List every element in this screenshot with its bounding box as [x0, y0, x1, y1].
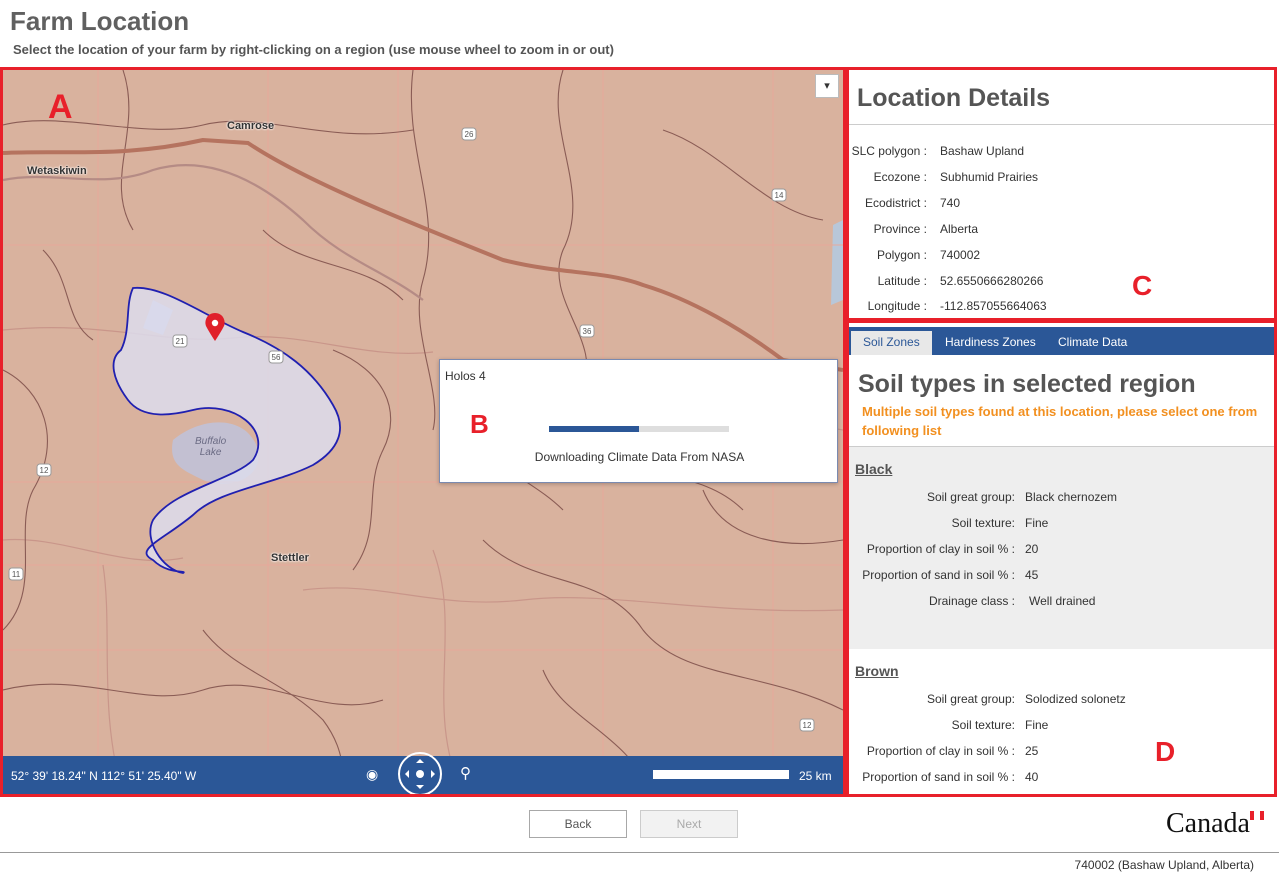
- progress-bar: [549, 426, 729, 432]
- soil-key: Soil texture:: [951, 718, 1015, 732]
- location-details-panel: Location Details SLC polygon : Bashaw Upl…: [846, 67, 1277, 321]
- soil-warning: Multiple soil types found at this locati…: [862, 402, 1274, 440]
- soil-type-card-black[interactable]: Black Soil great group: Black chernozem S…: [849, 447, 1274, 649]
- detail-value: Bashaw Upland: [940, 144, 1025, 158]
- svg-text:26: 26: [465, 130, 474, 139]
- soil-key: Soil great group:: [926, 490, 1015, 504]
- svg-text:21: 21: [176, 337, 185, 346]
- map-statusbar: 52° 39' 18.24" N 112° 51' 25.40" W ◉ ⚲ 2…: [3, 752, 843, 794]
- annotation-letter-a: A: [48, 88, 73, 126]
- detail-value: Subhumid Prairies: [940, 170, 1039, 184]
- soil-value: Solodized solonetz: [1025, 692, 1126, 706]
- scale-bar: [653, 770, 789, 779]
- map-label-stettler: Stettler: [271, 552, 309, 564]
- soil-value: 25: [1025, 744, 1039, 758]
- soil-tabbar: Soil Zones Hardiness Zones Climate Data: [849, 327, 1274, 355]
- svg-text:36: 36: [583, 327, 592, 336]
- dialog-title: Holos 4: [445, 369, 486, 383]
- annotation-letter-d: D: [1155, 736, 1176, 767]
- progress-bar-fill: [549, 426, 639, 432]
- soil-type-card-brown[interactable]: Brown Soil great group: Solodized solonet…: [849, 649, 1274, 794]
- dialog-status-text: Downloading Climate Data From NASA: [534, 450, 745, 464]
- map-layer-dropdown-button[interactable]: ▾: [815, 74, 839, 98]
- search-icon[interactable]: ⚲: [460, 764, 471, 782]
- soil-value: Well drained: [1029, 594, 1096, 608]
- status-text: 740002 (Bashaw Upland, Alberta): [1074, 858, 1254, 872]
- location-details-title: Location Details: [857, 84, 1051, 112]
- soil-type-name[interactable]: Brown: [855, 663, 899, 679]
- soil-warning-line: following list: [862, 423, 942, 438]
- soil-value: 45: [1025, 568, 1039, 582]
- detail-key: Polygon :: [876, 248, 927, 262]
- svg-text:12: 12: [40, 466, 49, 475]
- map-label-wetaskiwin: Wetaskiwin: [27, 165, 87, 177]
- svg-text:14: 14: [775, 191, 784, 200]
- canada-flag-icon: [1250, 811, 1264, 820]
- tab-climate-data[interactable]: Climate Data: [1046, 331, 1139, 355]
- pan-up-icon[interactable]: [416, 755, 424, 763]
- page-subtitle: Select the location of your farm by righ…: [13, 42, 614, 57]
- soil-value: Fine: [1025, 718, 1049, 732]
- tab-hardiness-zones[interactable]: Hardiness Zones: [933, 331, 1048, 355]
- scale-label: 25 km: [799, 769, 832, 783]
- detail-key: SLC polygon :: [851, 144, 927, 158]
- tab-soil-zones[interactable]: Soil Zones: [851, 331, 932, 355]
- divider: [849, 124, 1274, 125]
- soil-key: Proportion of sand in soil % :: [862, 770, 1015, 784]
- soil-key: Proportion of clay in soil % :: [866, 744, 1015, 758]
- status-strip: 740002 (Bashaw Upland, Alberta): [0, 852, 1279, 875]
- pan-center-icon[interactable]: [416, 770, 424, 778]
- back-button[interactable]: Back: [529, 810, 627, 838]
- detail-value: -112.857055664063: [940, 299, 1047, 313]
- detail-value: 740: [940, 196, 961, 210]
- chevron-down-icon: ▾: [824, 80, 830, 92]
- soil-value: Fine: [1025, 516, 1049, 530]
- detail-value: 740002: [940, 248, 981, 262]
- coordinate-readout: 52° 39' 18.24" N 112° 51' 25.40" W: [11, 769, 197, 783]
- soil-value: 20: [1025, 542, 1039, 556]
- page-title: Farm Location: [10, 6, 190, 36]
- soil-key: Proportion of clay in soil % :: [866, 542, 1015, 556]
- detail-key: Province :: [873, 222, 927, 236]
- soil-key: Drainage class :: [928, 594, 1015, 608]
- detail-key: Ecozone :: [873, 170, 927, 184]
- pan-left-icon[interactable]: [401, 770, 409, 778]
- map-label-camrose: Camrose: [227, 120, 275, 132]
- soil-type-name[interactable]: Black: [855, 461, 892, 477]
- annotation-letter-c: C: [1132, 270, 1153, 301]
- eye-icon[interactable]: ◉: [366, 766, 378, 783]
- svg-text:12: 12: [803, 721, 812, 730]
- detail-key: Longitude :: [867, 299, 927, 313]
- soil-key: Soil great group:: [926, 692, 1015, 706]
- detail-value: 52.6550666280266: [940, 274, 1044, 288]
- canada-wordmark-logo: Canada: [1166, 808, 1250, 839]
- svg-text:56: 56: [272, 353, 281, 362]
- soil-key: Soil texture:: [951, 516, 1015, 530]
- pan-right-icon[interactable]: [431, 770, 439, 778]
- pan-control[interactable]: [398, 752, 442, 794]
- soil-warning-line: Multiple soil types found at this locati…: [862, 404, 1258, 419]
- detail-key: Ecodistrict :: [864, 196, 927, 210]
- detail-key: Latitude :: [877, 274, 927, 288]
- soil-key: Proportion of sand in soil % :: [862, 568, 1015, 582]
- soil-panel: Soil Zones Hardiness Zones Climate Data …: [846, 320, 1277, 797]
- soil-value: 40: [1025, 770, 1039, 784]
- soil-value: Black chernozem: [1025, 490, 1118, 504]
- map-label-buffalo-lake: Buffalo Lake: [195, 436, 227, 458]
- annotation-letter-b: B: [470, 409, 489, 439]
- next-button[interactable]: Next: [640, 810, 738, 838]
- pan-down-icon[interactable]: [416, 785, 424, 793]
- svg-text:11: 11: [12, 570, 21, 579]
- soil-heading: Soil types in selected region: [858, 370, 1196, 398]
- detail-value: Alberta: [940, 222, 979, 236]
- progress-dialog: Holos 4 B Downloading Climate Data From …: [439, 359, 838, 483]
